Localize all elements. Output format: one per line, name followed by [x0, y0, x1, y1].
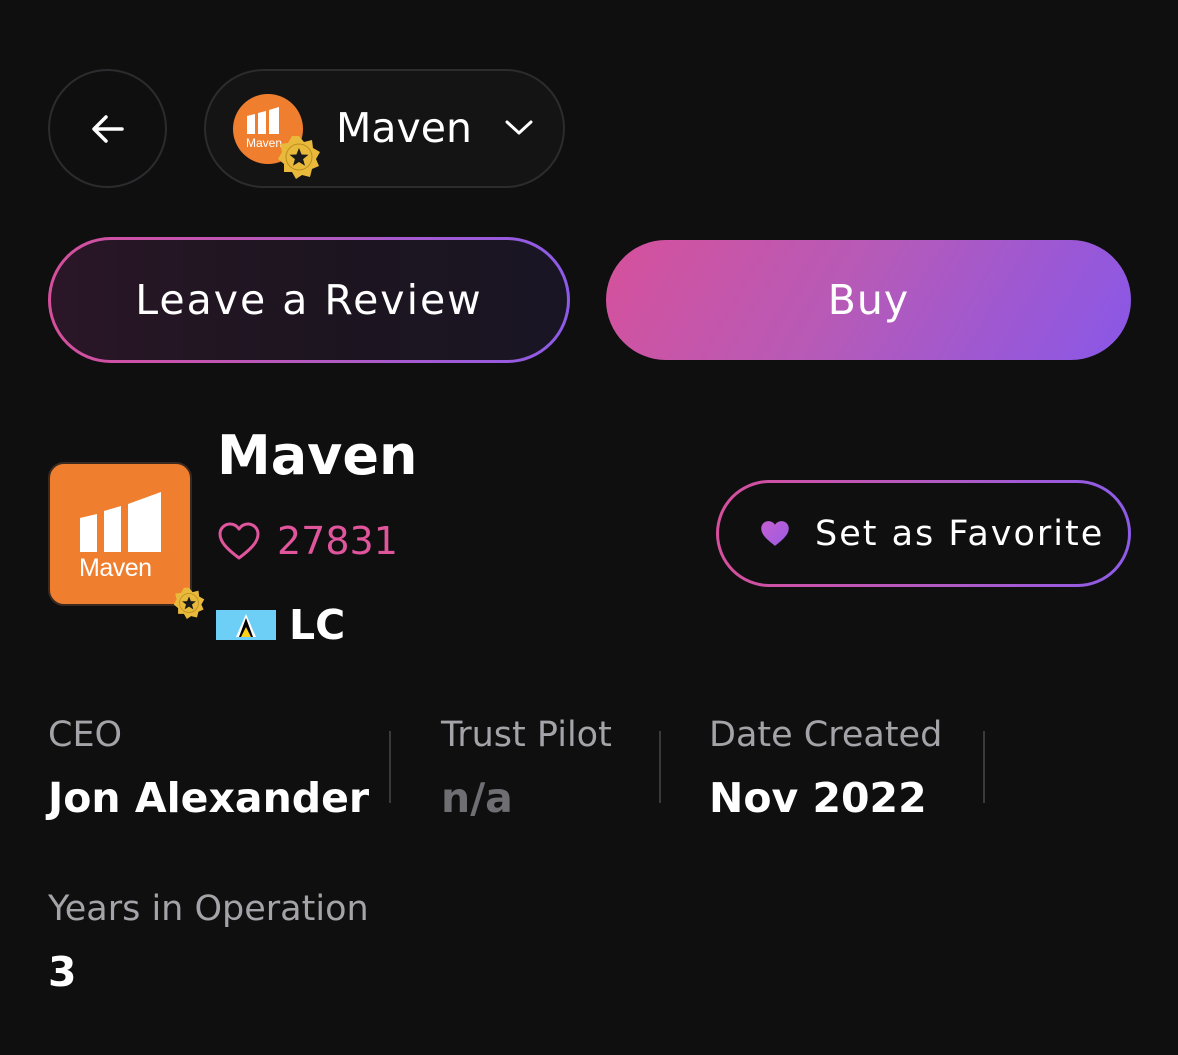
country: LC: [216, 600, 345, 650]
ceo-label: CEO: [48, 715, 123, 755]
ceo-value: Jon Alexander: [48, 774, 370, 822]
divider: [983, 731, 985, 803]
back-button[interactable]: [48, 69, 167, 188]
years-in-operation-label: Years in Operation: [48, 889, 369, 929]
chevron-down-icon: [505, 120, 533, 135]
leave-review-label: Leave a Review: [51, 240, 567, 360]
verified-star-badge-icon: [173, 587, 205, 619]
country-code: LC: [289, 601, 346, 649]
trustpilot-value: n/a: [441, 774, 513, 822]
verified-star-badge-icon: [278, 136, 320, 179]
set-favorite-label: Set as Favorite: [815, 513, 1105, 554]
buy-button[interactable]: Buy: [606, 240, 1131, 360]
company-selector[interactable]: Maven Maven: [204, 69, 565, 188]
heart-filled-icon: [761, 521, 789, 546]
divider: [659, 731, 661, 803]
trustpilot-label: Trust Pilot: [441, 715, 612, 755]
company-logo: Maven: [48, 462, 192, 606]
divider: [389, 731, 391, 803]
years-in-operation-value: 3: [48, 948, 77, 996]
likes-counter[interactable]: 27831: [217, 518, 398, 564]
company-title: Maven: [217, 424, 418, 487]
logo-text: Maven: [79, 554, 152, 582]
arrow-left-icon: [91, 114, 124, 143]
date-created-value: Nov 2022: [709, 774, 927, 822]
date-created-label: Date Created: [709, 715, 943, 755]
leave-review-button[interactable]: Leave a Review: [48, 237, 570, 363]
likes-count: 27831: [277, 519, 398, 563]
selected-company-name: Maven: [336, 104, 472, 152]
heart-outline-icon: [218, 522, 260, 560]
set-favorite-button[interactable]: Set as Favorite: [716, 480, 1131, 587]
saint-lucia-flag-icon: [216, 610, 276, 640]
